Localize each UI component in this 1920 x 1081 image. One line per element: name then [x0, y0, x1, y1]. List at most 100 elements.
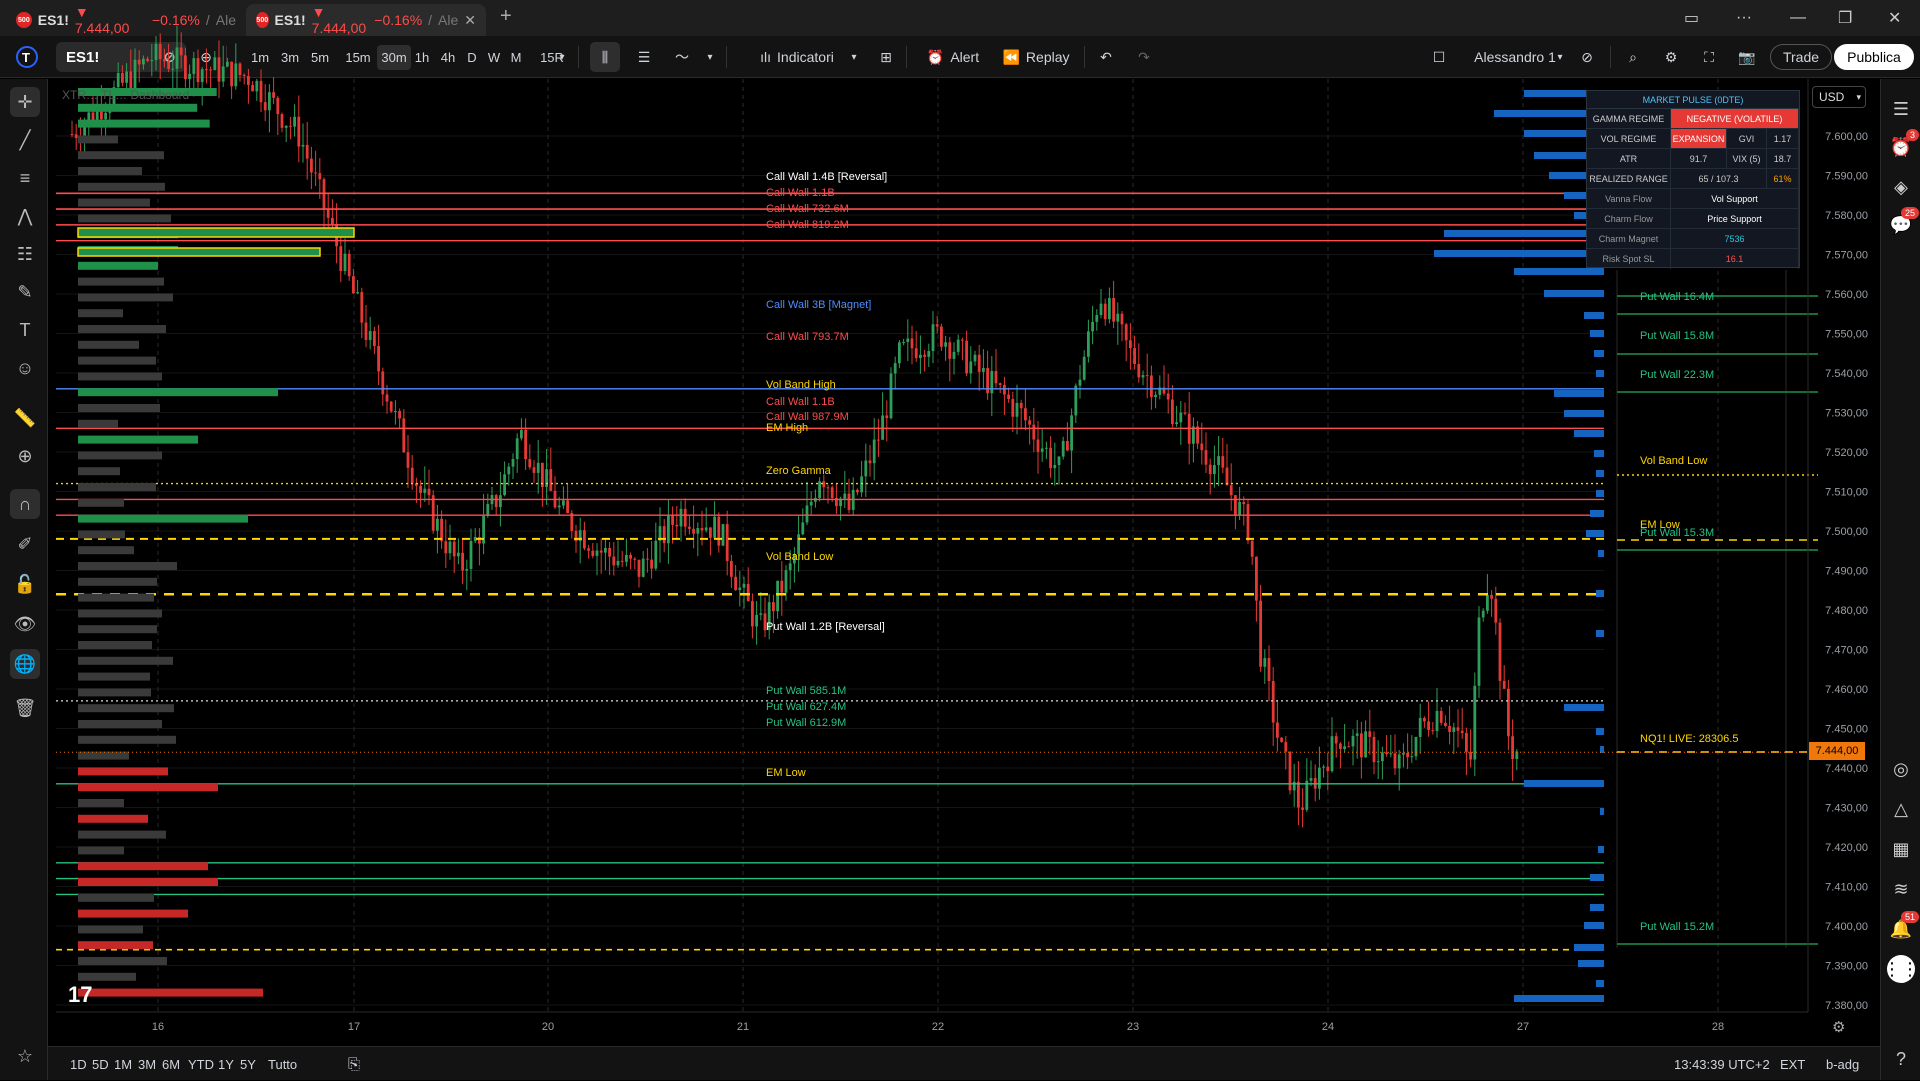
- range-3M[interactable]: 3M: [138, 1047, 156, 1081]
- level-label: Put Wall 612.9M: [766, 717, 846, 729]
- candle-body: [289, 125, 292, 127]
- pulse-row: Charm Magnet 7536: [1587, 229, 1799, 249]
- candle-body: [125, 71, 128, 83]
- candle-body: [1397, 754, 1401, 769]
- candle-body: [1414, 736, 1418, 757]
- candle-body: [1301, 807, 1304, 810]
- candle-body: [536, 462, 540, 473]
- candle-body: [423, 488, 427, 493]
- chevron-down-icon: ▾: [1856, 91, 1861, 102]
- volume-profile-bar: [78, 751, 129, 760]
- target-icon[interactable]: ◎: [1887, 755, 1915, 783]
- help-icon[interactable]: ?: [1887, 1045, 1915, 1073]
- range-5Y[interactable]: 5Y: [240, 1047, 256, 1081]
- candle-body: [696, 528, 700, 534]
- candle-body: [1024, 408, 1027, 421]
- range-Tutto[interactable]: Tutto: [268, 1047, 297, 1081]
- candle-body: [154, 43, 158, 61]
- date-tick-label: 23: [1127, 1021, 1139, 1033]
- candle-body: [448, 541, 452, 554]
- clock[interactable]: 13:43:39 UTC+2: [1674, 1047, 1770, 1081]
- candle-body: [217, 57, 221, 82]
- candle-body: [70, 134, 74, 136]
- range-1Y[interactable]: 1Y: [218, 1047, 234, 1081]
- settings-icon[interactable]: ⚙: [1832, 1018, 1845, 1036]
- candle-body: [1192, 426, 1195, 444]
- candle-body: [175, 47, 179, 69]
- last-price-badge: 7.444,00: [1809, 742, 1865, 760]
- gex-bar: [1596, 590, 1604, 597]
- date-tick-label: 16: [152, 1021, 164, 1033]
- range-1D[interactable]: 1D: [70, 1047, 87, 1081]
- candle-body: [923, 354, 926, 357]
- pyramid-icon[interactable]: △: [1887, 795, 1915, 823]
- goto-date-icon[interactable]: ⎘: [348, 1047, 360, 1081]
- gex-bar: [1596, 490, 1604, 497]
- gex-bar: [1524, 780, 1604, 787]
- candle-body: [1376, 761, 1380, 763]
- candle-body: [788, 563, 792, 571]
- candle-body: [856, 489, 859, 493]
- pulse-row: GAMMA REGIME NEGATIVE (VOLATILE): [1587, 109, 1799, 129]
- candle-body: [1435, 710, 1439, 732]
- candle-body: [914, 348, 918, 359]
- candle-body: [406, 452, 410, 468]
- candle-body: [1448, 726, 1451, 732]
- volume-profile-bar: [78, 941, 153, 950]
- broadcast-icon[interactable]: ≋: [1887, 875, 1915, 903]
- candle-body: [1133, 348, 1136, 365]
- gex-bar: [1584, 922, 1604, 929]
- candle-body: [507, 466, 511, 475]
- range-6M[interactable]: 6M: [162, 1047, 180, 1081]
- candle-body: [381, 371, 385, 395]
- apps-icon[interactable]: ⋮⋮: [1883, 955, 1919, 983]
- candle-body: [314, 172, 317, 174]
- candle-body: [301, 144, 305, 147]
- candle-body: [826, 487, 830, 489]
- pulse-cell: Price Support: [1671, 209, 1799, 228]
- candle-body: [675, 524, 679, 527]
- candle-body: [1263, 658, 1267, 667]
- range-1M[interactable]: 1M: [114, 1047, 132, 1081]
- price-tick-label: 7.430,00: [1825, 803, 1868, 815]
- volume-profile-bar: [78, 388, 278, 397]
- volume-profile-bar: [78, 957, 167, 965]
- pulse-cell: GAMMA REGIME: [1587, 109, 1671, 128]
- candle-body: [293, 116, 296, 127]
- candle-body: [1511, 736, 1514, 760]
- candle-body: [1318, 767, 1321, 789]
- candle-body: [1007, 394, 1010, 400]
- candle-body: [772, 602, 775, 612]
- date-tick-label: 24: [1322, 1021, 1334, 1033]
- candle-body: [759, 613, 763, 615]
- candle-body: [1507, 688, 1510, 737]
- gex-bar: [1564, 704, 1604, 711]
- chat-icon[interactable]: 💬 25: [1887, 207, 1919, 239]
- watchlist-icon[interactable]: ☰: [1887, 95, 1915, 123]
- adjust-toggle[interactable]: b-adg: [1826, 1047, 1859, 1081]
- range-YTD[interactable]: YTD: [188, 1047, 214, 1081]
- alerts-icon[interactable]: ⏰ 3: [1887, 129, 1919, 161]
- candle-body: [641, 558, 645, 577]
- candle-body: [1078, 379, 1082, 386]
- currency-select[interactable]: USD ▾: [1812, 86, 1866, 108]
- calendar-icon[interactable]: ▦: [1887, 835, 1915, 863]
- layers-icon[interactable]: ◈: [1887, 173, 1915, 201]
- candle-body: [1019, 402, 1023, 409]
- candle-body: [1360, 733, 1363, 758]
- range-5D[interactable]: 5D: [92, 1047, 109, 1081]
- candle-body: [1183, 412, 1187, 414]
- session-toggle[interactable]: EXT: [1780, 1047, 1805, 1081]
- candle-body: [1305, 780, 1309, 810]
- price-tick-label: 7.600,00: [1825, 131, 1868, 143]
- candle-body: [184, 55, 187, 80]
- candle-body: [1271, 681, 1275, 723]
- volume-profile-bar: [78, 562, 177, 570]
- candle-body: [142, 58, 145, 65]
- bell-icon[interactable]: 🔔 51: [1887, 911, 1919, 943]
- candle-body: [1502, 680, 1506, 689]
- candle-body: [906, 338, 910, 342]
- candle-body: [1112, 298, 1115, 322]
- candle-body: [1221, 456, 1225, 468]
- price-tick-label: 7.390,00: [1825, 961, 1868, 973]
